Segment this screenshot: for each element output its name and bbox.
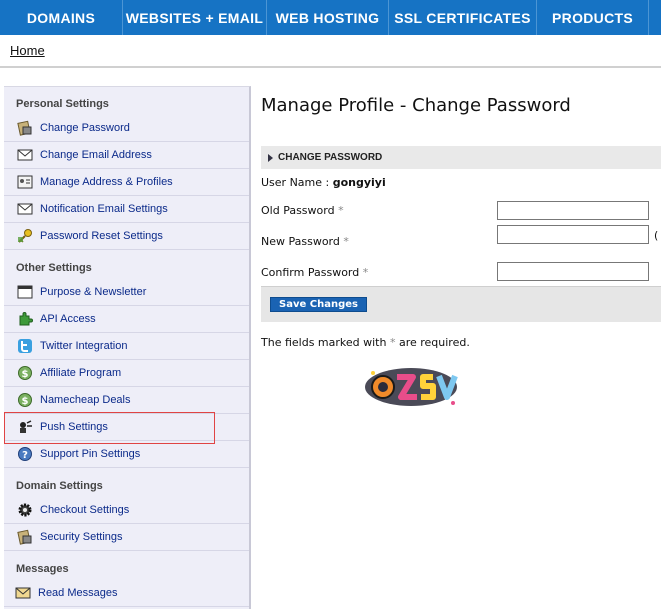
sidebar-item-label: Read Messages xyxy=(38,587,118,599)
breadcrumb: Home xyxy=(0,35,661,68)
username-row: User Name : gongyiyi xyxy=(261,176,386,189)
section-title-personal-settings: Personal Settings xyxy=(16,98,109,110)
sidebar-item-api-access[interactable]: API Access xyxy=(4,306,249,333)
nav-domains[interactable]: DOMAINS xyxy=(0,0,123,35)
svg-text:$: $ xyxy=(22,369,29,380)
nav-products[interactable]: PRODUCTS xyxy=(537,0,649,35)
old-password-label: Old Password xyxy=(261,204,335,217)
sidebar-item-label: Purpose & Newsletter xyxy=(40,286,147,298)
dollar-icon: $ xyxy=(16,365,34,381)
required-fields-note: The fields marked with * are required. xyxy=(261,336,470,349)
support-icon: ? xyxy=(16,446,34,462)
confirm-password-label: Confirm Password xyxy=(261,266,360,279)
sidebar-item-label: Notification Email Settings xyxy=(40,203,168,215)
section-bar-change-password[interactable]: CHANGE PASSWORD xyxy=(261,146,661,169)
sidebar-item-label: Manage Address & Profiles xyxy=(40,176,173,188)
new-password-input[interactable] xyxy=(497,225,649,244)
sidebar-item-label: Namecheap Deals xyxy=(40,394,131,406)
nav-more[interactable] xyxy=(649,0,661,35)
puzzle-icon xyxy=(16,311,34,327)
sidebar-item-twitter[interactable]: Twitter Integration xyxy=(4,333,249,360)
envelope-icon xyxy=(16,201,34,217)
triangle-right-icon xyxy=(268,153,273,162)
sidebar-item-label: Support Pin Settings xyxy=(40,448,141,460)
window-icon xyxy=(16,284,34,300)
main-content: Manage Profile - Change Password CHANGE … xyxy=(251,86,661,609)
sidebar-item-label: Twitter Integration xyxy=(40,340,128,352)
svg-text:?: ? xyxy=(22,450,28,461)
save-changes-button[interactable]: Save Changes xyxy=(270,297,367,312)
highlight-box-push-settings xyxy=(4,412,215,444)
section-bar-label: CHANGE PASSWORD xyxy=(278,152,383,163)
envelope-icon xyxy=(16,147,34,163)
sidebar-item-label: API Access xyxy=(40,313,96,325)
username-value: gongyiyi xyxy=(332,176,386,189)
key-icon xyxy=(16,228,34,244)
required-mark: * xyxy=(343,235,349,248)
twitter-icon xyxy=(16,338,34,354)
required-mark: * xyxy=(338,204,344,217)
sidebar-item-label: Password Reset Settings xyxy=(40,230,163,242)
svg-text:$: $ xyxy=(22,396,29,407)
sidebar-item-label: Change Email Address xyxy=(40,149,152,161)
section-title-other-settings: Other Settings xyxy=(16,262,92,274)
sidebar-item-security-settings[interactable]: Security Settings xyxy=(4,524,249,551)
note-text-after: are required. xyxy=(395,336,470,349)
sidebar-item-label: Checkout Settings xyxy=(40,504,130,516)
page-title: Manage Profile - Change Password xyxy=(261,95,571,116)
note-text-before: The fields marked with xyxy=(261,336,390,349)
nav-web-hosting[interactable]: WEB HOSTING xyxy=(267,0,389,35)
confirm-password-input[interactable] xyxy=(497,262,649,281)
sidebar-item-notification-email[interactable]: Notification Email Settings xyxy=(4,196,249,223)
address-card-icon xyxy=(16,174,34,190)
lock-icon xyxy=(16,120,34,136)
sidebar-item-read-messages[interactable]: Read Messages xyxy=(4,580,249,607)
sidebar-item-support-pin[interactable]: ? Support Pin Settings xyxy=(4,441,249,468)
new-password-row: New Password * xyxy=(261,235,349,248)
new-password-hint: ( xyxy=(654,229,659,242)
sidebar-item-label: Affiliate Program xyxy=(40,367,122,379)
nav-websites-email[interactable]: WEBSITES + EMAIL xyxy=(123,0,267,35)
section-title-domain-settings: Domain Settings xyxy=(16,480,103,492)
form-actions-bar: Save Changes xyxy=(261,286,661,322)
username-label: User Name : xyxy=(261,176,333,189)
sidebar-item-affiliate[interactable]: $ Affiliate Program xyxy=(4,360,249,387)
sidebar-item-change-password[interactable]: Change Password xyxy=(4,115,249,142)
required-mark: * xyxy=(362,266,369,279)
sidebar-item-checkout-settings[interactable]: Checkout Settings xyxy=(4,497,249,524)
new-password-label: New Password xyxy=(261,235,340,248)
section-title-messages: Messages xyxy=(16,563,69,575)
envelope-icon xyxy=(14,585,32,601)
sidebar-item-change-email[interactable]: Change Email Address xyxy=(4,142,249,169)
sidebar-item-password-reset[interactable]: Password Reset Settings xyxy=(4,223,249,250)
sidebar: Personal Settings Change Password Change… xyxy=(4,86,251,609)
nav-ssl-certificates[interactable]: SSL CERTIFICATES xyxy=(389,0,537,35)
old-password-input[interactable] xyxy=(497,201,649,220)
sidebar-item-manage-address[interactable]: Manage Address & Profiles xyxy=(4,169,249,196)
spacer xyxy=(0,70,661,86)
gear-icon xyxy=(16,502,34,518)
sidebar-item-purpose-newsletter[interactable]: Purpose & Newsletter xyxy=(4,279,249,306)
sidebar-item-label: Security Settings xyxy=(40,531,123,543)
top-navigation: DOMAINS WEBSITES + EMAIL WEB HOSTING SSL… xyxy=(0,0,661,35)
dollar-icon: $ xyxy=(16,392,34,408)
shield-icon xyxy=(16,529,34,545)
sidebar-item-label: Change Password xyxy=(40,122,130,134)
sidebar-item-namecheap-deals[interactable]: $ Namecheap Deals xyxy=(4,387,249,414)
graffiti-sticker-image xyxy=(361,363,461,409)
old-password-row: Old Password * xyxy=(261,204,344,217)
breadcrumb-home-link[interactable]: Home xyxy=(10,43,45,58)
confirm-password-row: Confirm Password * xyxy=(261,266,368,279)
